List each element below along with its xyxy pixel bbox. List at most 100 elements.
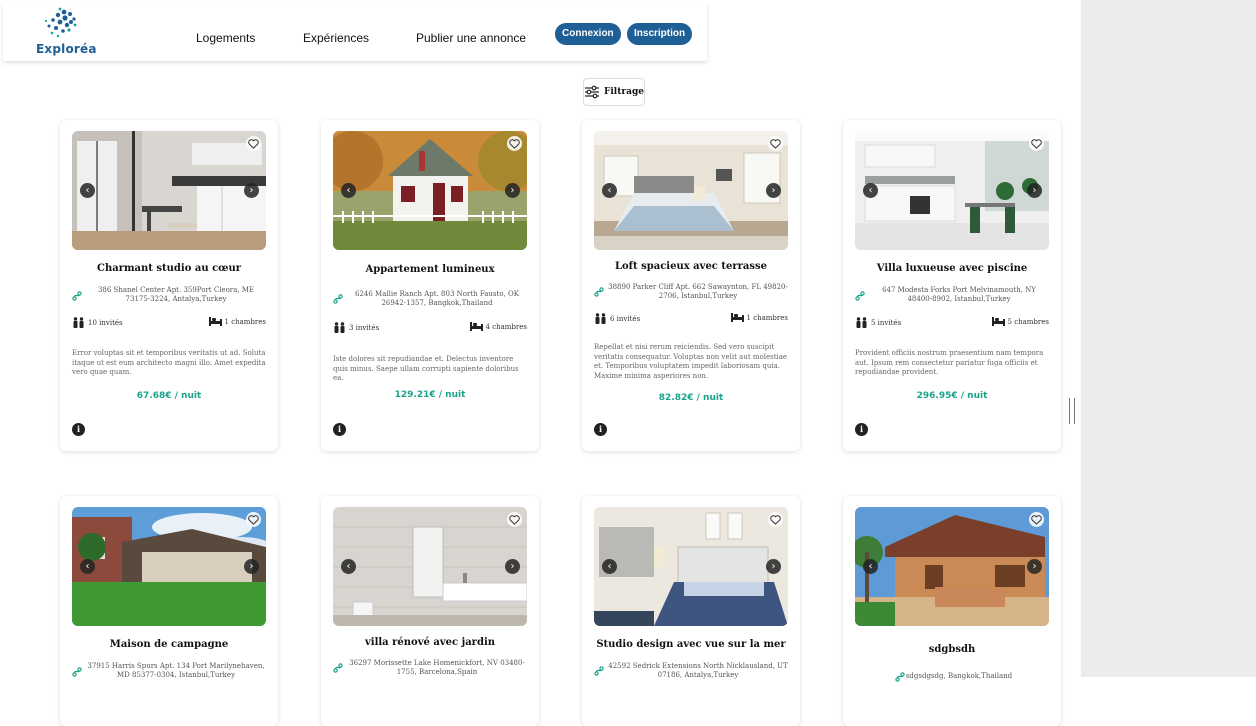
favorite-heart-icon[interactable]: [1029, 136, 1044, 151]
info-icon[interactable]: i: [333, 423, 346, 436]
listing-address: 42592 Sedrick Extensions North Nicklausl…: [608, 662, 788, 679]
guests-count: 10 invités: [88, 318, 123, 327]
location-route-icon: [594, 287, 604, 297]
prev-image-button[interactable]: ‹: [863, 559, 878, 574]
favorite-heart-icon[interactable]: [1029, 512, 1044, 527]
listing-title[interactable]: Appartement lumineux: [321, 264, 539, 275]
prev-image-button[interactable]: ‹: [80, 559, 95, 574]
guests-info: 10 invités: [72, 317, 123, 328]
info-icon[interactable]: i: [855, 423, 868, 436]
guests-count: 6 invités: [610, 314, 641, 323]
prev-image-button[interactable]: ‹: [341, 559, 356, 574]
guests-info: 5 invités: [855, 317, 901, 328]
listing-title[interactable]: Maison de campagne: [60, 639, 278, 650]
next-image-button[interactable]: ›: [505, 183, 520, 198]
bed-icon: [469, 322, 483, 331]
listing-title[interactable]: villa rénové avec jardin: [321, 637, 539, 648]
favorite-heart-icon[interactable]: [768, 512, 783, 527]
next-image-button[interactable]: ›: [244, 559, 259, 574]
listing-card[interactable]: ‹ › Loft spacieux avec terrasse 38890 Pa…: [582, 120, 800, 451]
favorite-heart-icon[interactable]: [768, 136, 783, 151]
favorite-heart-icon[interactable]: [507, 136, 522, 151]
rooms-count: 1 chambres: [746, 313, 788, 322]
logo-globe-icon: [44, 7, 77, 38]
listing-description: Error voluptas sit et temporibus veritat…: [72, 349, 266, 376]
listing-card[interactable]: ‹ › Villa luxueuse avec piscine 647 Mode…: [843, 120, 1061, 451]
prev-image-button[interactable]: ‹: [80, 183, 95, 198]
location-route-icon: [333, 663, 343, 673]
listing-title[interactable]: sdgbsdh: [843, 644, 1061, 655]
nav-link-logements[interactable]: Logements: [196, 31, 255, 45]
next-image-button[interactable]: ›: [244, 183, 259, 198]
listing-card[interactable]: ‹ › Studio design avec vue sur la mer 42…: [582, 496, 800, 726]
location-route-icon: [333, 294, 343, 304]
next-image-button[interactable]: ›: [505, 559, 520, 574]
listing-address: 37915 Harris Spurs Apt. 134 Port Marilyn…: [87, 662, 265, 679]
rooms-count: 5 chambres: [1007, 317, 1049, 326]
listing-title[interactable]: Villa luxueuse avec piscine: [843, 263, 1061, 274]
listing-photo: ‹ ›: [594, 131, 788, 250]
guests-icon: [334, 322, 345, 333]
listing-address: 386 Shanel Center Apt. 359Port Cleora, M…: [97, 286, 255, 303]
guests-count: 3 invités: [349, 323, 380, 332]
resize-handle[interactable]: [1069, 398, 1075, 424]
prev-image-button[interactable]: ‹: [602, 183, 617, 198]
listing-description: Repellat et nisi rerum reiciendis. Sed v…: [594, 343, 788, 380]
prev-image-button[interactable]: ‹: [341, 183, 356, 198]
bed-icon: [730, 313, 744, 322]
logo-text: Exploréa: [36, 42, 97, 56]
prev-image-button[interactable]: ‹: [602, 559, 617, 574]
right-side-panel: [1081, 0, 1256, 677]
location-route-icon: [855, 291, 865, 301]
listing-price: 129.21€ / nuit: [394, 390, 466, 400]
next-image-button[interactable]: ›: [1027, 183, 1042, 198]
navbar: Exploréa Logements Expériences Publier u…: [3, 3, 707, 61]
listing-address: 38890 Parker Cliff Apt. 662 Sawaynton, F…: [608, 283, 788, 300]
listing-photo: ‹ ›: [72, 131, 266, 250]
guests-icon: [73, 317, 84, 328]
next-image-button[interactable]: ›: [766, 183, 781, 198]
listing-photo: ‹ ›: [333, 131, 527, 250]
rooms-info: 1 chambres: [208, 317, 266, 326]
login-button[interactable]: Connexion: [555, 23, 621, 45]
listing-card[interactable]: ‹ › Appartement lumineux 6246 Mallie Ran…: [321, 120, 539, 451]
info-icon[interactable]: i: [72, 423, 85, 436]
sliders-icon: [585, 85, 599, 99]
listing-card[interactable]: ‹ › Charmant studio au cœur 386 Shanel C…: [60, 120, 278, 451]
favorite-heart-icon[interactable]: [246, 512, 261, 527]
rooms-info: 1 chambres: [730, 313, 788, 322]
listing-photo: ‹ ›: [333, 507, 527, 626]
signup-button[interactable]: Inscription: [627, 23, 693, 45]
guests-info: 6 invités: [594, 313, 640, 324]
favorite-heart-icon[interactable]: [246, 136, 261, 151]
rooms-count: 1 chambres: [224, 317, 266, 326]
listing-card[interactable]: ‹ › Maison de campagne 37915 Harris Spur…: [60, 496, 278, 726]
listing-title[interactable]: Charmant studio au cœur: [60, 263, 278, 274]
listing-description: Provident officiis nostrum praesentium n…: [855, 349, 1044, 376]
listing-title[interactable]: Studio design avec vue sur la mer: [582, 639, 800, 650]
listing-price: 67.68€ / nuit: [136, 391, 202, 401]
rooms-count: 4 chambres: [485, 322, 527, 331]
filter-button[interactable]: Filtrage: [583, 78, 645, 106]
nav-link-experiences[interactable]: Expériences: [303, 31, 369, 45]
nav-link-publier[interactable]: Publier une annonce: [416, 31, 526, 45]
listing-price: 82.82€ / nuit: [658, 393, 724, 403]
listing-price: 296.95€ / nuit: [916, 391, 988, 401]
listing-description: Iste dolores sit repudiandae et. Delectu…: [333, 355, 519, 382]
favorite-heart-icon[interactable]: [507, 512, 522, 527]
listing-title[interactable]: Loft spacieux avec terrasse: [582, 261, 800, 272]
listing-card[interactable]: ‹ › villa rénové avec jardin 36297 Moris…: [321, 496, 539, 726]
listing-address: 36297 Morissette Lake Homenickfort, NV 0…: [349, 659, 525, 676]
prev-image-button[interactable]: ‹: [863, 183, 878, 198]
next-image-button[interactable]: ›: [1027, 559, 1042, 574]
listing-address: 6246 Mallie Ranch Apt. 803 North Fausto,…: [355, 290, 519, 307]
listing-address: 647 Modesta Forks Port Melvinamouth, NY …: [882, 286, 1036, 303]
listing-photo: ‹ ›: [594, 507, 788, 626]
location-route-icon: [72, 667, 82, 677]
next-image-button[interactable]: ›: [766, 559, 781, 574]
bed-icon: [991, 317, 1005, 326]
listing-card[interactable]: ‹ › sdgbsdh sdgsdgsdg, Bangkok,Thailand: [843, 496, 1061, 726]
info-icon[interactable]: i: [594, 423, 607, 436]
logo[interactable]: Exploréa: [36, 6, 96, 60]
bed-icon: [208, 317, 222, 326]
